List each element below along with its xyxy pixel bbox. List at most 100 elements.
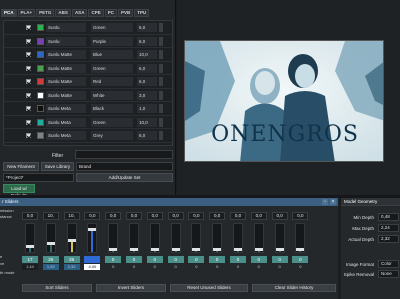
value-spinner[interactable]: [159, 77, 163, 86]
filament-row[interactable]: Sunlu Matte Blue 10,0: [4, 48, 172, 62]
enabled-checkbox[interactable]: [26, 52, 31, 57]
slider-track[interactable]: [25, 223, 35, 253]
tab-cpe[interactable]: CPE: [88, 9, 104, 17]
filament-row[interactable]: Sunlu Meta Grey 6,0: [4, 129, 172, 143]
project-field[interactable]: *Project*: [3, 173, 74, 182]
slider-handle[interactable]: [150, 248, 159, 251]
filament-name-field[interactable]: Sunlu Matte: [46, 90, 86, 100]
filament-value-field[interactable]: 6,0: [137, 77, 157, 86]
slider-track[interactable]: [253, 223, 264, 253]
sort-sliders-button[interactable]: Sort Sliders: [22, 284, 92, 292]
slider-handle[interactable]: [213, 248, 222, 251]
enabled-checkbox[interactable]: [26, 92, 31, 98]
filament-color-field[interactable]: Black: [91, 104, 133, 113]
slider-handle[interactable]: [171, 248, 180, 251]
color-swatch[interactable]: [37, 78, 44, 85]
filament-value-field[interactable]: 6,0: [137, 23, 157, 32]
slider-handle[interactable]: [109, 248, 118, 251]
filament-value-field[interactable]: 6,0: [137, 131, 157, 140]
value-spinner[interactable]: [159, 23, 163, 32]
filament-row[interactable]: Sunlu Green 6,0: [4, 21, 172, 35]
slider-top-value[interactable]: 0,0: [188, 212, 205, 220]
slider-top-value[interactable]: 0,0: [146, 212, 163, 220]
slider-track[interactable]: [212, 223, 223, 253]
filament-value-field[interactable]: 1,0: [137, 104, 157, 113]
slider-track[interactable]: [87, 223, 98, 253]
tab-pla[interactable]: PLA+: [17, 9, 36, 17]
filament-name-field[interactable]: Sunlu Matte: [46, 63, 86, 73]
filter-input[interactable]: [75, 150, 173, 159]
color-swatch[interactable]: [37, 24, 44, 31]
filament-name-field[interactable]: Sunlu Meta: [46, 104, 86, 113]
filament-color-field[interactable]: Grey: [91, 131, 133, 140]
filament-name-field[interactable]: Sunlu Meta: [46, 131, 86, 140]
geometry-value[interactable]: 2,24: [378, 224, 399, 232]
enabled-checkbox[interactable]: [26, 106, 31, 111]
value-spinner[interactable]: [159, 36, 163, 46]
slider-top-value[interactable]: 10,: [63, 212, 80, 220]
filament-value-field[interactable]: 6,0: [137, 36, 157, 46]
color-swatch[interactable]: [37, 132, 44, 139]
enabled-checkbox[interactable]: [26, 25, 31, 30]
color-swatch[interactable]: [37, 37, 44, 45]
load-defaults-button[interactable]: Load w/ Defaults: [3, 184, 35, 198]
tab-pc[interactable]: PC: [104, 9, 117, 17]
enabled-checkbox[interactable]: [26, 65, 31, 71]
add-update-set-button[interactable]: Add/Update Set: [76, 173, 173, 182]
color-swatch[interactable]: [37, 105, 44, 112]
filament-color-field[interactable]: Red: [91, 77, 133, 86]
slider-track[interactable]: [149, 223, 160, 253]
slider-handle[interactable]: [88, 228, 97, 231]
reset-unused-sliders-button[interactable]: Reset Unused Sliders: [170, 284, 248, 292]
filament-row[interactable]: Sunlu Matte Red 6,0: [4, 75, 172, 89]
filament-color-field[interactable]: Green: [91, 63, 133, 73]
slider-top-value[interactable]: 0,0: [271, 212, 288, 220]
filament-value-field[interactable]: 10,0: [137, 117, 157, 127]
color-swatch[interactable]: [37, 118, 44, 126]
slider-top-value[interactable]: 0,0: [250, 212, 267, 220]
filament-row[interactable]: Sunlu Meta Black 1,0: [4, 102, 172, 116]
slider-track[interactable]: [295, 223, 306, 253]
tab-pca[interactable]: PCA: [1, 9, 17, 17]
enabled-checkbox[interactable]: [26, 79, 31, 84]
slider-handle[interactable]: [296, 248, 305, 251]
value-spinner[interactable]: [159, 50, 163, 59]
filament-row[interactable]: Sunlu Matte White 3,0: [4, 89, 172, 102]
slider-top-value[interactable]: 0,0: [292, 212, 309, 220]
geometry-value[interactable]: 2,32: [378, 235, 399, 243]
geometry-value[interactable]: 0,48: [378, 213, 399, 221]
filament-name-field[interactable]: Sunlu Meta: [46, 117, 86, 127]
value-spinner[interactable]: [159, 131, 163, 140]
slider-track[interactable]: [66, 223, 77, 253]
filament-color-field[interactable]: White: [91, 90, 133, 100]
value-spinner[interactable]: [159, 90, 163, 100]
invert-sliders-button[interactable]: Invert Sliders: [96, 284, 166, 292]
float-panel-icon[interactable]: ▫: [322, 199, 328, 205]
tab-asa[interactable]: ASA: [71, 9, 88, 17]
clear-slider-history-button[interactable]: Clear Slider History: [252, 284, 336, 292]
slider-track[interactable]: [191, 223, 202, 253]
filament-row[interactable]: Sunlu Meta Green 10,0: [4, 116, 172, 129]
slider-top-value[interactable]: 10,: [42, 212, 59, 220]
slider-handle[interactable]: [46, 242, 55, 245]
slider-track[interactable]: [274, 223, 285, 253]
filament-color-field[interactable]: Blue: [91, 50, 133, 59]
slider-handle[interactable]: [275, 248, 284, 251]
filament-name-field[interactable]: Sunlu Matte: [46, 77, 86, 86]
slider-handle[interactable]: [192, 248, 201, 251]
slider-handle[interactable]: [254, 248, 263, 251]
filament-color-field[interactable]: Green: [91, 23, 133, 32]
filament-row[interactable]: Sunlu Matte Green 6,0: [4, 62, 172, 75]
close-panel-icon[interactable]: ×: [330, 199, 336, 205]
tab-petg[interactable]: PETG: [36, 9, 55, 17]
slider-handle[interactable]: [26, 245, 34, 248]
slider-top-value[interactable]: 0,0: [22, 212, 38, 220]
slider-track[interactable]: [129, 223, 139, 253]
enabled-checkbox[interactable]: [26, 119, 31, 125]
filament-name-field[interactable]: Sunlu Matte: [46, 50, 86, 59]
tab-tpu[interactable]: TPU: [134, 9, 150, 17]
slider-top-value[interactable]: 0,0: [126, 212, 142, 220]
filament-row[interactable]: Sunlu Purple 6,0: [4, 35, 172, 48]
new-filament-button[interactable]: New Filament: [3, 162, 39, 171]
color-swatch[interactable]: [37, 91, 44, 99]
